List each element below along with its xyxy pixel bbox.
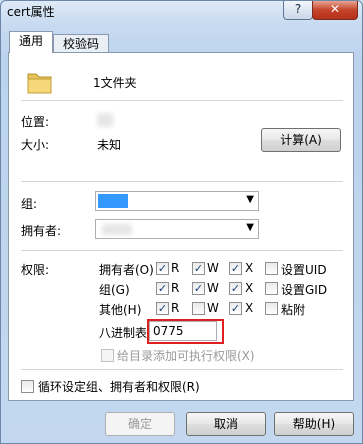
group-write-checkbox[interactable]: ✓ bbox=[192, 282, 205, 295]
window-title: cert属性 bbox=[7, 5, 55, 19]
owner-write-checkbox[interactable]: ✓ bbox=[192, 262, 205, 275]
properties-dialog: cert属性 ? ✕ 通用 校验码 1文件夹 位置: 大小: 未知 计算(A) … bbox=[0, 0, 363, 444]
owner-exec-label: X bbox=[245, 261, 254, 275]
group-write-label: W bbox=[207, 281, 219, 295]
setgid-label: 设置GID bbox=[281, 283, 328, 297]
add-exec-label: 给目录添加可执行权限(X) bbox=[117, 349, 255, 363]
tab-general[interactable]: 通用 bbox=[9, 31, 53, 53]
setuid-label: 设置UID bbox=[281, 263, 327, 277]
permissions-label: 权限: bbox=[21, 263, 50, 277]
others-read-label: R bbox=[171, 301, 180, 315]
divider bbox=[21, 250, 343, 251]
perm-row-group-label: 组(G) bbox=[99, 283, 130, 297]
group-exec-checkbox[interactable]: ✓ bbox=[229, 282, 242, 295]
owner-label: 拥有者: bbox=[21, 224, 62, 238]
chevron-down-icon: ▼ bbox=[246, 222, 254, 233]
highlight-box bbox=[147, 319, 224, 344]
group-selection bbox=[98, 194, 128, 208]
ok-button[interactable]: 确定 bbox=[105, 412, 175, 436]
size-label: 大小: bbox=[21, 138, 50, 152]
group-read-checkbox[interactable]: ✓ bbox=[156, 282, 169, 295]
help-icon[interactable]: ? bbox=[283, 1, 313, 20]
recursive-label: 循环设定组、拥有者和权限(R) bbox=[38, 380, 200, 394]
perm-row-owner-label: 拥有者(O) bbox=[99, 263, 154, 277]
setuid-checkbox[interactable] bbox=[265, 262, 278, 275]
tab-checksum[interactable]: 校验码 bbox=[53, 34, 109, 53]
group-select[interactable]: ▼ bbox=[95, 191, 259, 211]
perm-row-others-label: 其他(H) bbox=[99, 303, 142, 317]
sticky-checkbox[interactable] bbox=[265, 302, 278, 315]
recursive-checkbox[interactable] bbox=[21, 380, 34, 393]
size-value: 未知 bbox=[97, 138, 122, 152]
help-button[interactable]: 帮助(H) bbox=[274, 412, 354, 436]
folder-icon bbox=[27, 73, 52, 94]
file-name: 1文件夹 bbox=[93, 76, 137, 90]
others-exec-checkbox[interactable]: ✓ bbox=[229, 302, 242, 315]
calculate-button[interactable]: 计算(A) bbox=[261, 128, 341, 152]
add-exec-checkbox[interactable] bbox=[101, 349, 114, 362]
others-read-checkbox[interactable]: ✓ bbox=[156, 302, 169, 315]
others-exec-label: X bbox=[245, 301, 254, 315]
owner-write-label: W bbox=[207, 261, 219, 275]
owner-read-checkbox[interactable]: ✓ bbox=[156, 262, 169, 275]
general-panel: 1文件夹 位置: 大小: 未知 计算(A) 组: ▼ 拥有者: ▼ 权限: 拥有… bbox=[8, 52, 354, 401]
others-write-label: W bbox=[207, 301, 219, 315]
divider bbox=[21, 100, 343, 101]
setgid-checkbox[interactable] bbox=[265, 282, 278, 295]
owner-select[interactable]: ▼ bbox=[95, 219, 259, 239]
sticky-label: 粘附 bbox=[281, 303, 306, 317]
divider bbox=[21, 369, 343, 370]
owner-exec-checkbox[interactable]: ✓ bbox=[229, 262, 242, 275]
title-bar[interactable]: cert属性 ? ✕ bbox=[1, 1, 362, 25]
location-value-redacted bbox=[97, 113, 113, 127]
others-write-checkbox[interactable] bbox=[192, 302, 205, 315]
chevron-down-icon: ▼ bbox=[246, 194, 254, 205]
group-label: 组: bbox=[21, 197, 38, 211]
location-label: 位置: bbox=[21, 115, 50, 129]
owner-read-label: R bbox=[171, 261, 180, 275]
divider bbox=[21, 181, 343, 182]
group-read-label: R bbox=[171, 281, 180, 295]
close-icon[interactable]: ✕ bbox=[312, 1, 358, 20]
cancel-button[interactable]: 取消 bbox=[186, 412, 266, 436]
group-exec-label: X bbox=[245, 281, 254, 295]
owner-value-redacted bbox=[102, 224, 132, 235]
